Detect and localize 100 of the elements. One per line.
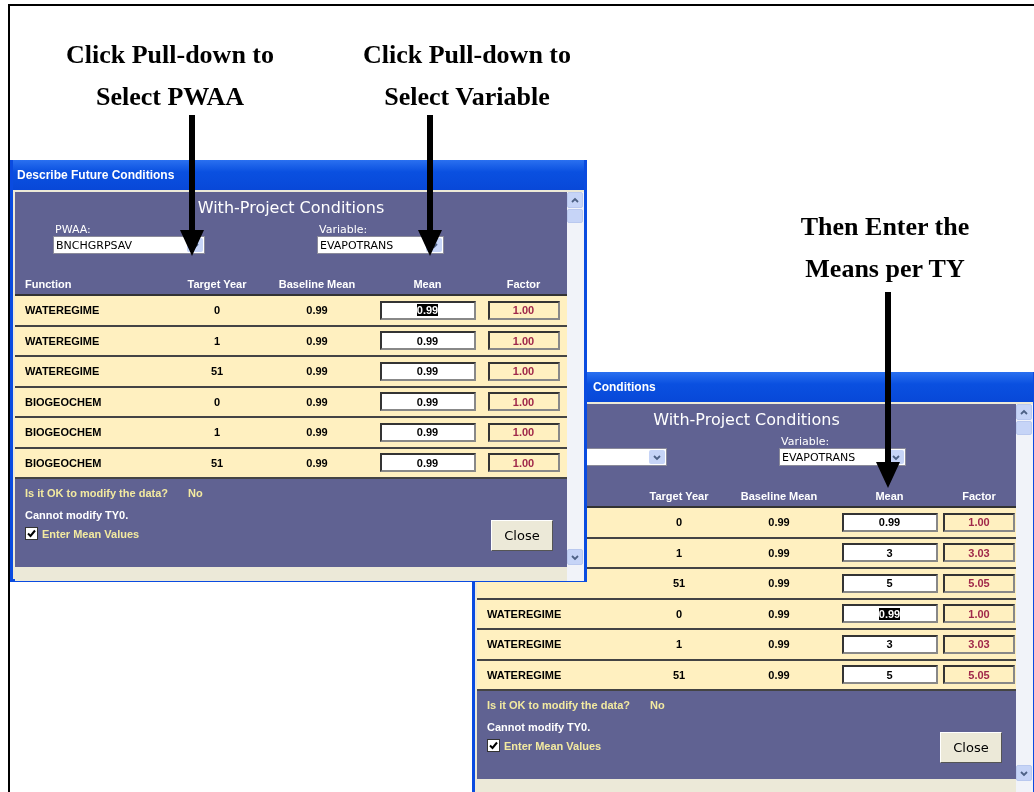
function-cell-text: WATEREGIME bbox=[24, 365, 101, 378]
scrollbar-thumb[interactable] bbox=[1016, 421, 1032, 435]
scrollbar[interactable] bbox=[1016, 404, 1033, 792]
baseline-mean-cell-text: 0.99 bbox=[305, 395, 329, 408]
chevron-down-icon bbox=[570, 552, 580, 562]
column-header: Baseline Mean bbox=[739, 490, 819, 502]
checkbox-label[interactable]: Enter Mean Values bbox=[42, 527, 140, 540]
pwaa-dropdown[interactable]: BNCHGRPSAV bbox=[53, 236, 205, 254]
factor-field: 1.00 bbox=[487, 422, 560, 442]
close-button[interactable]: Close bbox=[940, 732, 1002, 763]
factor-field: 5.05 bbox=[943, 573, 1015, 593]
factor-field: 5.05 bbox=[943, 665, 1015, 685]
target-year-cell-text: 0 bbox=[674, 607, 684, 620]
baseline-mean-cell-text: 0.99 bbox=[305, 365, 329, 378]
field-label: PWAA: bbox=[54, 224, 92, 236]
function-cell-text: WATEREGIME bbox=[24, 334, 101, 347]
function-cell-text: WATEREGIME bbox=[486, 607, 563, 620]
scrollbar[interactable] bbox=[567, 192, 584, 581]
factor-field: 3.03 bbox=[943, 634, 1015, 654]
mean-field[interactable]: 0.99 bbox=[841, 512, 938, 532]
mean-field[interactable]: 0.99 bbox=[841, 604, 938, 624]
target-year-cell-text: 51 bbox=[209, 365, 225, 378]
scroll-up-button[interactable] bbox=[567, 192, 583, 208]
window-title: Conditions bbox=[593, 380, 656, 394]
chevron-up-icon bbox=[1019, 407, 1029, 417]
close-button[interactable]: Close bbox=[491, 520, 553, 551]
column-header: Baseline Mean bbox=[277, 278, 357, 290]
modify-answer: No bbox=[188, 487, 203, 499]
panel-heading: With-Project Conditions bbox=[653, 410, 840, 429]
target-year-cell-text: 51 bbox=[671, 668, 687, 681]
mean-field[interactable]: 3 bbox=[841, 634, 938, 654]
target-year-cell-text: 1 bbox=[674, 546, 684, 559]
callout-text: Click Pull-down to Select Variable bbox=[362, 39, 572, 113]
column-header: Target Year bbox=[186, 278, 248, 290]
note-text: Cannot modify TY0. bbox=[25, 509, 130, 521]
scroll-down-button[interactable] bbox=[1016, 765, 1032, 781]
baseline-mean-cell-text: 0.99 bbox=[305, 426, 329, 439]
function-cell-text: WATEREGIME bbox=[486, 668, 563, 681]
chevron-down-icon bbox=[891, 452, 901, 462]
mean-field[interactable]: 0.99 bbox=[379, 300, 476, 320]
column-header: Mean bbox=[874, 490, 905, 502]
target-year-cell-text: 0 bbox=[212, 395, 222, 408]
modify-question: Is it OK to modify the data? bbox=[25, 487, 168, 499]
mean-field[interactable]: 0.99 bbox=[379, 453, 476, 473]
variable-dropdown[interactable]: EVAPOTRANS bbox=[779, 448, 906, 466]
factor-field: 3.03 bbox=[943, 543, 1015, 563]
factor-field: 1.00 bbox=[487, 453, 560, 473]
column-header: Target Year bbox=[648, 490, 710, 502]
factor-field: 1.00 bbox=[487, 331, 560, 351]
function-cell-text: WATEREGIME bbox=[486, 638, 563, 651]
mean-field[interactable]: 5 bbox=[841, 573, 938, 593]
factor-field: 1.00 bbox=[487, 300, 560, 320]
column-header: Mean bbox=[412, 278, 443, 290]
factor-field: 1.00 bbox=[943, 512, 1015, 532]
target-year-cell-text: 1 bbox=[674, 638, 684, 651]
function-cell-text: WATEREGIME bbox=[24, 304, 101, 317]
baseline-mean-cell-text: 0.99 bbox=[305, 334, 329, 347]
checkbox[interactable] bbox=[25, 527, 38, 540]
factor-field: 1.00 bbox=[943, 604, 1015, 624]
baseline-mean-cell-text: 0.99 bbox=[305, 304, 329, 317]
mean-field[interactable]: 0.99 bbox=[379, 392, 476, 412]
baseline-mean-cell-text: 0.99 bbox=[767, 668, 791, 681]
factor-field: 1.00 bbox=[487, 392, 560, 412]
chevron-down-icon bbox=[1019, 768, 1029, 778]
mean-field[interactable]: 3 bbox=[841, 543, 938, 563]
factor-field: 1.00 bbox=[487, 361, 560, 381]
field-label: Variable: bbox=[780, 436, 831, 448]
variable-dropdown[interactable]: EVAPOTRANS bbox=[317, 236, 444, 254]
mean-field[interactable]: 5 bbox=[841, 665, 938, 685]
target-year-cell-text: 51 bbox=[671, 577, 687, 590]
callout-text: Then Enter the Means per TY bbox=[799, 211, 971, 285]
baseline-mean-cell-text: 0.99 bbox=[767, 638, 791, 651]
target-year-cell-text: 1 bbox=[212, 334, 222, 347]
scroll-up-button[interactable] bbox=[1016, 404, 1032, 420]
target-year-cell-text: 51 bbox=[209, 456, 225, 469]
mean-field[interactable]: 0.99 bbox=[379, 361, 476, 381]
chevron-down-icon bbox=[652, 452, 662, 462]
baseline-mean-cell-text: 0.99 bbox=[767, 546, 791, 559]
modify-question: Is it OK to modify the data? bbox=[487, 699, 630, 711]
baseline-mean-cell-text: 0.99 bbox=[767, 516, 791, 529]
window-title: Describe Future Conditions bbox=[17, 168, 175, 182]
mean-field[interactable]: 0.99 bbox=[379, 422, 476, 442]
checkbox-label[interactable]: Enter Mean Values bbox=[504, 739, 602, 752]
target-year-cell-text: 1 bbox=[212, 426, 222, 439]
callout-text: Click Pull-down to Select PWAA bbox=[65, 39, 275, 113]
checkbox[interactable] bbox=[487, 739, 500, 752]
baseline-mean-cell-text: 0.99 bbox=[767, 607, 791, 620]
function-cell-text: BIOGEOCHEM bbox=[24, 395, 103, 408]
scroll-down-button[interactable] bbox=[567, 549, 583, 565]
column-header: Factor bbox=[505, 278, 542, 290]
baseline-mean-cell-text: 0.99 bbox=[767, 577, 791, 590]
target-year-cell-text: 0 bbox=[674, 516, 684, 529]
mean-field[interactable]: 0.99 bbox=[379, 331, 476, 351]
note-text: Cannot modify TY0. bbox=[487, 721, 592, 733]
panel-heading: With-Project Conditions bbox=[197, 198, 385, 217]
scrollbar-thumb[interactable] bbox=[567, 209, 583, 223]
baseline-mean-cell-text: 0.99 bbox=[305, 456, 329, 469]
chevron-up-icon bbox=[570, 195, 580, 205]
column-header: Function bbox=[24, 278, 73, 290]
function-cell-text: BIOGEOCHEM bbox=[24, 456, 103, 469]
